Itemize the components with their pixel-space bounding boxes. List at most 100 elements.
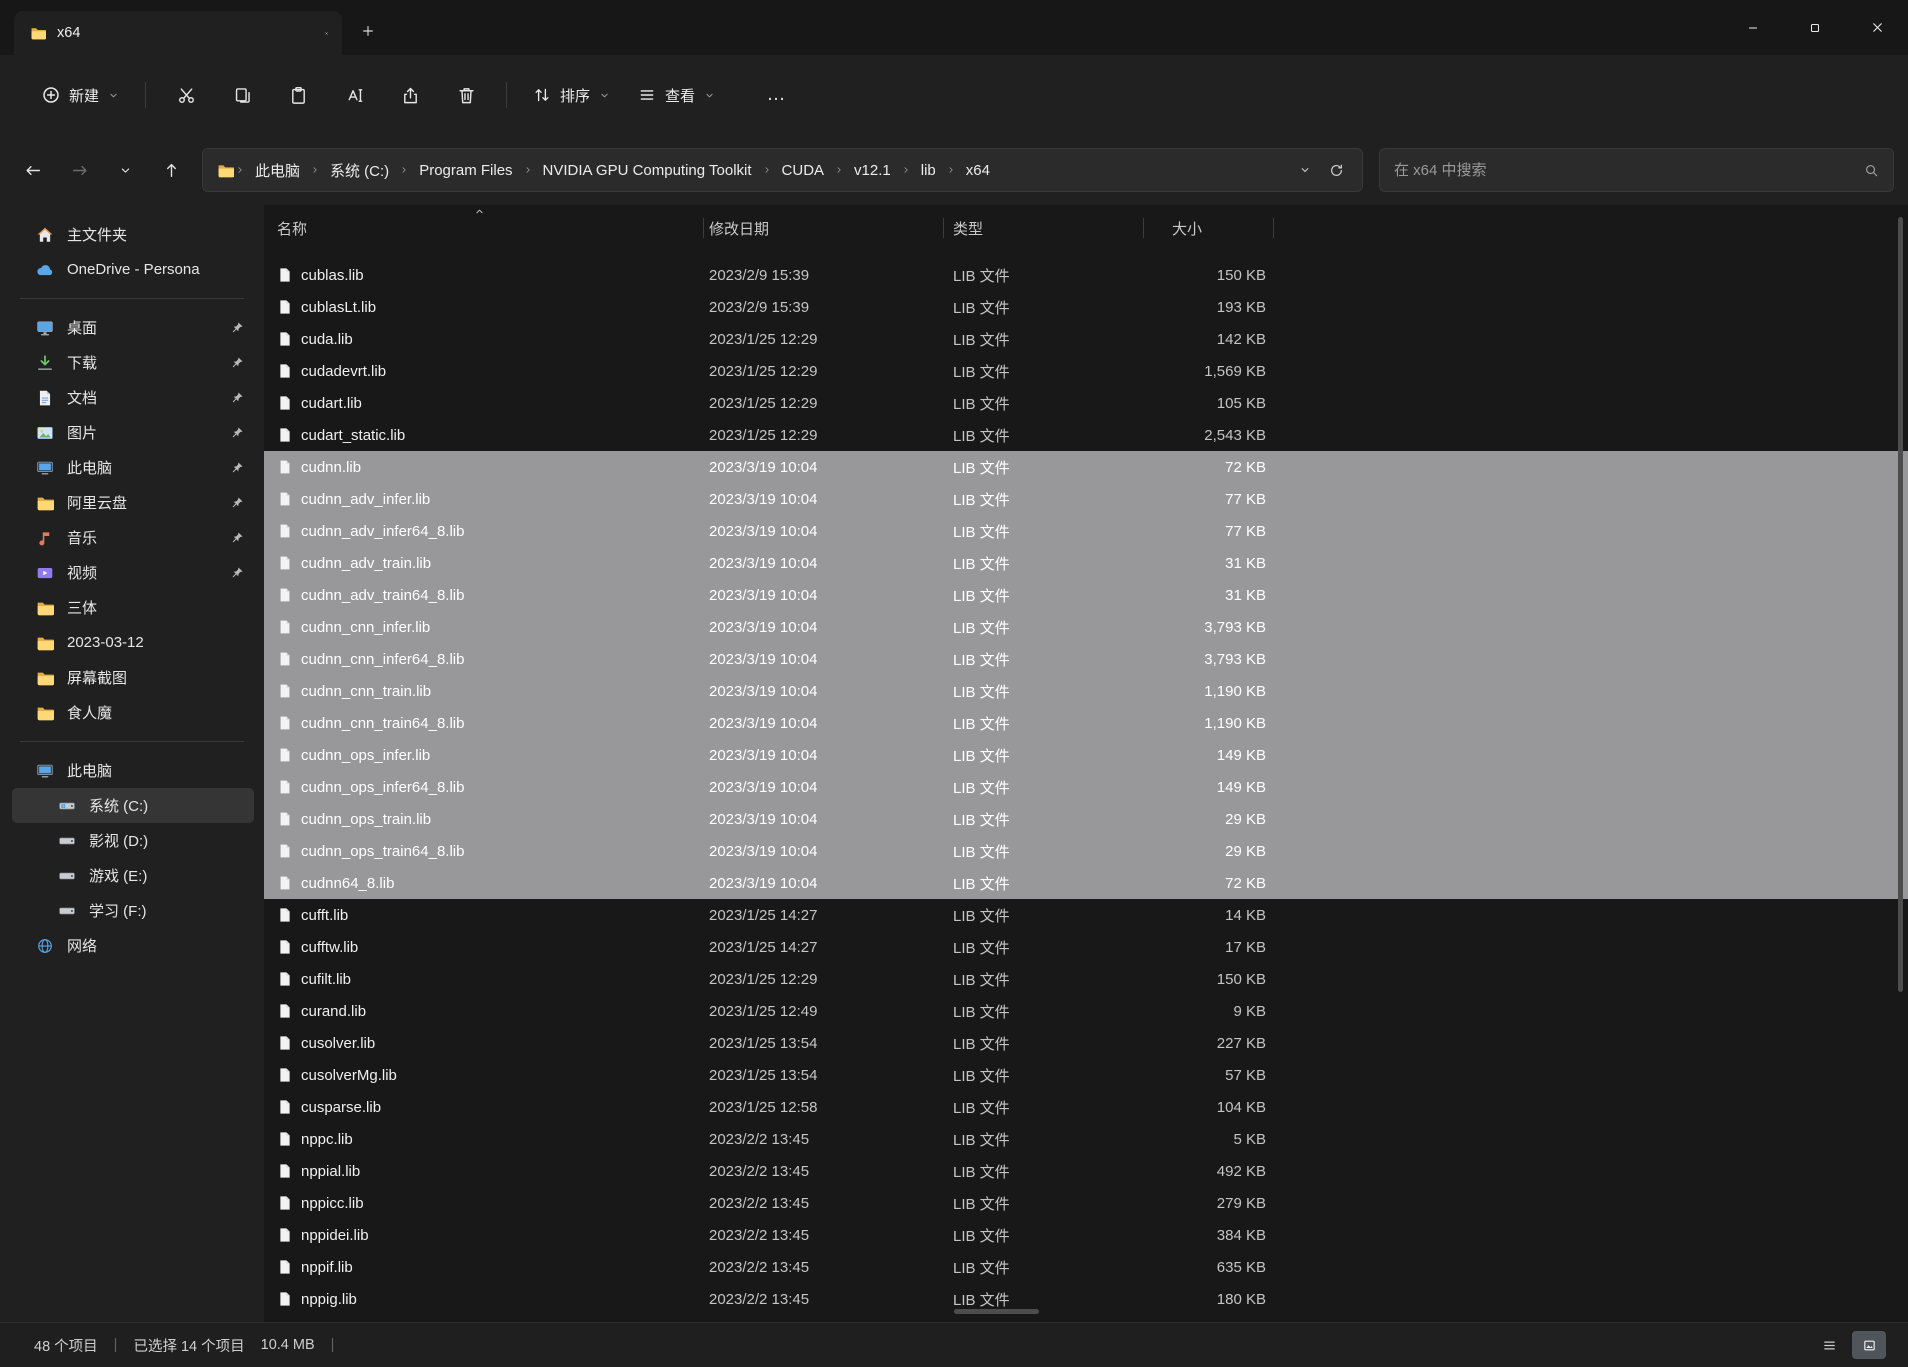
file-row[interactable]: cudnn_cnn_train64_8.lib 2023/3/19 10:04 … <box>264 707 1908 739</box>
sidebar-item[interactable]: 文档 <box>12 380 254 415</box>
sidebar-item[interactable]: 2023-03-12 <box>12 625 254 660</box>
breadcrumb-item[interactable]: NVIDIA GPU Computing Toolkit <box>534 157 761 184</box>
breadcrumb-item[interactable]: x64 <box>957 157 999 184</box>
file-row[interactable]: cudnn_cnn_infer64_8.lib 2023/3/19 10:04 … <box>264 643 1908 675</box>
close-button[interactable] <box>1846 0 1908 55</box>
file-row[interactable]: nppial.lib 2023/2/2 13:45 LIB 文件 492 KB <box>264 1155 1908 1187</box>
file-row[interactable]: nppc.lib 2023/2/2 13:45 LIB 文件 5 KB <box>264 1123 1908 1155</box>
file-type: LIB 文件 <box>953 651 1010 669</box>
column-header-date[interactable]: 修改日期 <box>704 205 944 251</box>
sidebar-item[interactable]: 下载 <box>12 345 254 380</box>
toolbar-button[interactable] <box>438 73 494 117</box>
file-row[interactable]: curand.lib 2023/1/25 12:49 LIB 文件 9 KB <box>264 995 1908 1027</box>
address-dropdown-icon[interactable] <box>1299 164 1311 176</box>
sidebar-item[interactable]: 食人魔 <box>12 695 254 730</box>
address-bar[interactable]: 此电脑 系统 (C:) Program Files NVIDIA GPU Com… <box>202 148 1363 192</box>
file-row[interactable]: cudnn_ops_train.lib 2023/3/19 10:04 LIB … <box>264 803 1908 835</box>
sidebar-item[interactable]: 音乐 <box>12 520 254 555</box>
toolbar-button[interactable] <box>270 73 326 117</box>
file-type: LIB 文件 <box>953 875 1010 893</box>
sidebar-item[interactable]: 桌面 <box>12 310 254 345</box>
vertical-scrollbar[interactable] <box>1898 217 1903 992</box>
toolbar-button[interactable] <box>326 73 382 117</box>
sort-button[interactable]: 排序 <box>519 75 624 116</box>
file-row[interactable]: cudnn64_8.lib 2023/3/19 10:04 LIB 文件 72 … <box>264 867 1908 899</box>
toolbar-button[interactable] <box>158 73 214 117</box>
sidebar: 主文件夹 OneDrive - Persona 桌面 下载 文档 图片 此电脑 … <box>0 205 264 1322</box>
sidebar-item[interactable]: 学习 (F:) <box>12 893 254 928</box>
file-row[interactable]: cudnn_ops_train64_8.lib 2023/3/19 10:04 … <box>264 835 1908 867</box>
file-date: 2023/3/19 10:04 <box>709 458 818 476</box>
sidebar-item[interactable]: 视频 <box>12 555 254 590</box>
minimize-button[interactable] <box>1722 0 1784 55</box>
back-button[interactable] <box>10 148 56 192</box>
file-row[interactable]: cublasLt.lib 2023/2/9 15:39 LIB 文件 193 K… <box>264 291 1908 323</box>
sidebar-item[interactable]: 图片 <box>12 415 254 450</box>
refresh-icon[interactable] <box>1329 163 1344 178</box>
sidebar-item[interactable]: 主文件夹 <box>12 217 254 252</box>
maximize-button[interactable] <box>1784 0 1846 55</box>
breadcrumb-item[interactable]: lib <box>912 157 945 184</box>
sidebar-item[interactable]: OneDrive - Persona <box>12 252 254 287</box>
column-header-size[interactable]: 大小 <box>1144 205 1274 251</box>
sidebar-item[interactable]: 网络 <box>12 928 254 963</box>
file-row[interactable]: cublas.lib 2023/2/9 15:39 LIB 文件 150 KB <box>264 259 1908 291</box>
thumbnail-view-button[interactable] <box>1852 1331 1886 1359</box>
file-row[interactable]: cudart_static.lib 2023/1/25 12:29 LIB 文件… <box>264 419 1908 451</box>
sidebar-item[interactable]: 屏幕截图 <box>12 660 254 695</box>
file-row[interactable]: nppidei.lib 2023/2/2 13:45 LIB 文件 384 KB <box>264 1219 1908 1251</box>
recent-locations-button[interactable] <box>102 148 148 192</box>
file-row[interactable]: cuda.lib 2023/1/25 12:29 LIB 文件 142 KB <box>264 323 1908 355</box>
forward-button[interactable] <box>56 148 102 192</box>
file-row[interactable]: cudadevrt.lib 2023/1/25 12:29 LIB 文件 1,5… <box>264 355 1908 387</box>
sidebar-item[interactable]: 三体 <box>12 590 254 625</box>
file-icon <box>277 683 293 699</box>
breadcrumb-item[interactable]: v12.1 <box>845 157 900 184</box>
up-button[interactable] <box>148 148 194 192</box>
file-row[interactable]: cudnn_ops_infer.lib 2023/3/19 10:04 LIB … <box>264 739 1908 771</box>
file-row[interactable]: cusolver.lib 2023/1/25 13:54 LIB 文件 227 … <box>264 1027 1908 1059</box>
sidebar-item[interactable]: 阿里云盘 <box>12 485 254 520</box>
breadcrumb-item[interactable]: CUDA <box>773 157 834 184</box>
sidebar-item[interactable]: 此电脑 <box>12 753 254 788</box>
file-row[interactable]: nppicc.lib 2023/2/2 13:45 LIB 文件 279 KB <box>264 1187 1908 1219</box>
file-row[interactable]: cudnn_adv_train64_8.lib 2023/3/19 10:04 … <box>264 579 1908 611</box>
details-view-button[interactable] <box>1812 1331 1846 1359</box>
breadcrumb-item[interactable]: 系统 (C:) <box>321 155 398 186</box>
file-row[interactable]: cufft.lib 2023/1/25 14:27 LIB 文件 14 KB <box>264 899 1908 931</box>
file-row[interactable]: nppig.lib 2023/2/2 13:45 LIB 文件 180 KB <box>264 1283 1908 1315</box>
tab-close-icon[interactable] <box>321 28 332 39</box>
file-row[interactable]: cudnn_adv_infer64_8.lib 2023/3/19 10:04 … <box>264 515 1908 547</box>
file-size: 29 KB <box>1225 810 1266 828</box>
file-row[interactable]: cudart.lib 2023/1/25 12:29 LIB 文件 105 KB <box>264 387 1908 419</box>
sidebar-item[interactable]: 游戏 (E:) <box>12 858 254 893</box>
file-row[interactable]: nppif.lib 2023/2/2 13:45 LIB 文件 635 KB <box>264 1251 1908 1283</box>
file-row[interactable]: cudnn_cnn_infer.lib 2023/3/19 10:04 LIB … <box>264 611 1908 643</box>
file-row[interactable]: cusparse.lib 2023/1/25 12:58 LIB 文件 104 … <box>264 1091 1908 1123</box>
view-button[interactable]: 查看 <box>624 75 729 116</box>
column-header-name[interactable]: 名称 <box>264 205 704 251</box>
column-header-type[interactable]: 类型 <box>944 205 1144 251</box>
file-row[interactable]: cudnn_adv_train.lib 2023/3/19 10:04 LIB … <box>264 547 1908 579</box>
sidebar-item[interactable]: 此电脑 <box>12 450 254 485</box>
toolbar-button[interactable] <box>382 73 438 117</box>
toolbar-button[interactable] <box>214 73 270 117</box>
explorer-tab[interactable]: x64 <box>14 11 342 55</box>
new-tab-button[interactable] <box>350 13 386 49</box>
sidebar-item[interactable]: 影视 (D:) <box>12 823 254 858</box>
horizontal-scrollbar[interactable] <box>954 1309 1039 1314</box>
file-icon <box>277 587 293 603</box>
file-row[interactable]: cudnn_adv_infer.lib 2023/3/19 10:04 LIB … <box>264 483 1908 515</box>
breadcrumb-item[interactable]: Program Files <box>410 157 521 184</box>
search-input[interactable] <box>1380 161 1864 179</box>
more-options-button[interactable]: … <box>755 73 799 117</box>
file-row[interactable]: cusolverMg.lib 2023/1/25 13:54 LIB 文件 57… <box>264 1059 1908 1091</box>
sidebar-item[interactable]: 系统 (C:) <box>12 788 254 823</box>
file-row[interactable]: cufftw.lib 2023/1/25 14:27 LIB 文件 17 KB <box>264 931 1908 963</box>
new-button[interactable]: 新建 <box>28 75 133 116</box>
file-row[interactable]: cudnn_ops_infer64_8.lib 2023/3/19 10:04 … <box>264 771 1908 803</box>
breadcrumb-item[interactable]: 此电脑 <box>246 155 309 186</box>
file-row[interactable]: cufilt.lib 2023/1/25 12:29 LIB 文件 150 KB <box>264 963 1908 995</box>
file-row[interactable]: cudnn_cnn_train.lib 2023/3/19 10:04 LIB … <box>264 675 1908 707</box>
file-row[interactable]: cudnn.lib 2023/3/19 10:04 LIB 文件 72 KB <box>264 451 1908 483</box>
